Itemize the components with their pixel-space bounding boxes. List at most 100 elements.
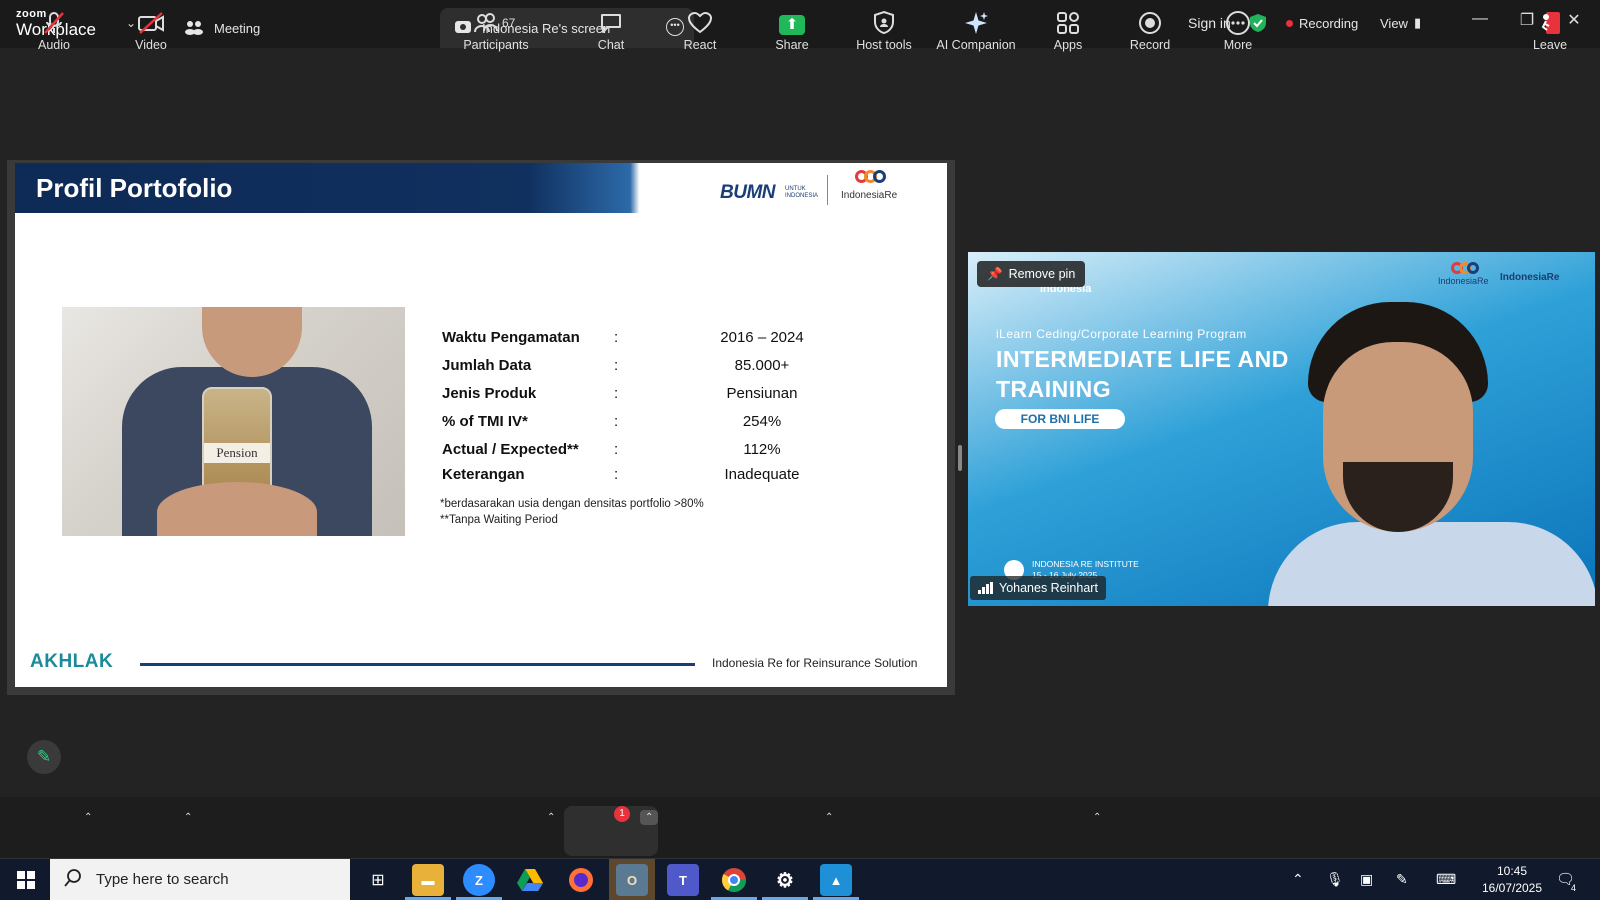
institute-name: INDONESIA RE INSTITUTE <box>1032 559 1139 569</box>
tab-meeting[interactable]: Meeting <box>170 8 274 48</box>
bumn-logo: BUMN <box>720 182 776 203</box>
app-active-highlight <box>609 859 655 900</box>
search-icon <box>64 868 82 891</box>
share-screen-icon: ⬆ <box>779 14 805 35</box>
host-tools-button[interactable]: Host tools <box>854 0 914 62</box>
chat-bubble-icon <box>598 10 624 38</box>
chrome-icon[interactable] <box>718 864 750 896</box>
clock-date: 16/07/2025 <box>1481 881 1543 895</box>
video-institute-logo: IndonesiaRe <box>1500 272 1560 283</box>
info-separator: : <box>614 466 619 483</box>
chat-unread-badge: 1 <box>614 806 630 822</box>
remove-pin-button[interactable]: 📌 Remove pin <box>977 261 1086 287</box>
footnote-1: *berdasarakan usia dengan densitas portf… <box>440 498 704 510</box>
indonesia-re-logo-text: IndonesiaRe <box>841 190 898 201</box>
footnote-2: **Tanpa Waiting Period <box>440 514 558 526</box>
info-row: Keterangan : Inadequate <box>442 466 842 490</box>
chat-options-caret-icon[interactable]: ⌃ <box>640 810 659 825</box>
split-resize-handle[interactable] <box>958 445 962 471</box>
annotate-pencil-button[interactable]: ✎ <box>27 740 61 774</box>
chat-label: Chat <box>597 38 625 52</box>
audio-options-caret-icon[interactable]: ⌃ <box>84 812 92 823</box>
recording-indicator[interactable]: Recording <box>1286 0 1358 46</box>
video-options-caret-icon[interactable]: ⌃ <box>184 812 192 823</box>
heart-icon <box>687 10 713 38</box>
footer-line <box>140 663 695 666</box>
slide-title: Profil Portofolio <box>36 173 233 203</box>
taskbar-search-box[interactable]: Type here to search <box>50 859 350 900</box>
audio-label: Audio <box>38 38 70 52</box>
recording-dot-icon <box>1286 19 1293 27</box>
share-options-caret-icon[interactable]: ⌃ <box>825 812 833 823</box>
info-separator: : <box>614 329 619 346</box>
teams-icon[interactable]: T <box>667 864 699 896</box>
slide-footer-text: Indonesia Re for Reinsurance Solution <box>712 656 918 670</box>
tray-chevron-up-icon[interactable]: ⌃ <box>1292 859 1304 900</box>
participants-options-caret-icon[interactable]: ⌃ <box>547 812 555 823</box>
participant-person <box>1268 302 1595 606</box>
sparkle-icon <box>963 10 989 38</box>
info-row: Jumlah Data : 85.000+ <box>442 357 842 381</box>
task-view-icon[interactable]: ⊞ <box>360 859 396 900</box>
minimize-icon[interactable]: — <box>1468 10 1492 28</box>
share-label: Share <box>775 37 809 52</box>
audio-button[interactable]: Audio <box>32 0 76 62</box>
pin-icon: 📌 <box>987 266 1003 281</box>
leave-button[interactable]: Leave <box>1530 0 1570 62</box>
react-button[interactable]: React <box>680 0 720 62</box>
view-button[interactable]: View ▮ <box>1380 0 1421 46</box>
participants-icon: 67 <box>474 10 518 38</box>
participant-video-tile[interactable]: IndonesiaRe IndonesiaRe Indonesia iLearn… <box>968 252 1595 606</box>
leave-label: Leave <box>1532 38 1568 52</box>
participant-name: Yohanes Reinhart <box>999 581 1098 595</box>
windows-start-icon[interactable] <box>8 859 44 900</box>
apps-grid-icon <box>1055 10 1081 38</box>
presentation-slide: Profil Portofolio BUMN UNTUK INDONESIA I… <box>15 163 947 687</box>
taskbar-clock[interactable]: 10:45 16/07/2025 <box>1472 863 1552 897</box>
chat-button[interactable]: Chat <box>592 0 630 62</box>
tray-keyboard-icon[interactable]: ⌨ <box>1436 859 1456 900</box>
view-label: View <box>1380 15 1408 31</box>
info-value: 254% <box>742 413 782 430</box>
ai-companion-button[interactable]: AI Companion <box>934 0 1018 62</box>
info-value: Pensiunan <box>726 385 798 402</box>
info-row: Jenis Produk : Pensiunan <box>442 385 842 409</box>
logo-divider <box>827 175 828 205</box>
info-value: 112% <box>743 441 781 458</box>
remove-pin-label: Remove pin <box>1008 267 1076 281</box>
apps-button[interactable]: Apps <box>1048 0 1088 62</box>
record-button[interactable]: Record <box>1130 0 1170 62</box>
video-button[interactable]: Video <box>128 0 174 62</box>
more-button[interactable]: More <box>1218 0 1258 62</box>
info-separator: : <box>614 413 619 430</box>
akhlak-logo: AKHLAK <box>30 651 114 672</box>
tray-pen-icon[interactable]: ✎ <box>1396 859 1408 900</box>
share-button[interactable]: ⬆ Share <box>772 0 812 62</box>
leave-door-icon <box>1537 10 1563 38</box>
google-drive-icon[interactable] <box>514 864 546 896</box>
bumn-logo-sub: UNTUK INDONESIA <box>785 186 819 199</box>
info-key: Waktu Pengamatan <box>442 329 580 346</box>
firefox-icon[interactable] <box>565 864 597 896</box>
video-headline-2: TRAINING <box>996 376 1112 402</box>
info-separator: : <box>614 385 619 402</box>
record-label: Record <box>1129 38 1171 52</box>
info-row: Actual / Expected** : 112% <box>442 441 842 465</box>
info-key: Actual / Expected** <box>442 441 579 458</box>
video-indonesia-re-logo: IndonesiaRe <box>1438 262 1489 286</box>
search-placeholder: Type here to search <box>96 871 229 888</box>
participants-button[interactable]: 67 Participants <box>460 0 532 62</box>
tray-microphone-icon[interactable]: 🎙 <box>1326 859 1344 900</box>
file-explorer-icon[interactable]: ▬ <box>412 864 444 896</box>
settings-gear-icon[interactable]: ⚙ <box>769 864 801 896</box>
zoom-app-icon[interactable]: Z <box>463 864 495 896</box>
info-separator: : <box>614 357 619 374</box>
info-key: Jumlah Data <box>442 357 532 374</box>
tray-display-icon[interactable]: ▣ <box>1360 859 1373 900</box>
info-value: 2016 – 2024 <box>720 329 804 346</box>
video-ire-logo-text: IndonesiaRe <box>1438 276 1489 286</box>
more-dots-icon <box>1225 10 1251 38</box>
apps-options-caret-icon[interactable]: ⌃ <box>1093 812 1101 823</box>
photos-app-icon[interactable]: ▲ <box>820 864 852 896</box>
host-tools-label: Host tools <box>856 38 912 52</box>
